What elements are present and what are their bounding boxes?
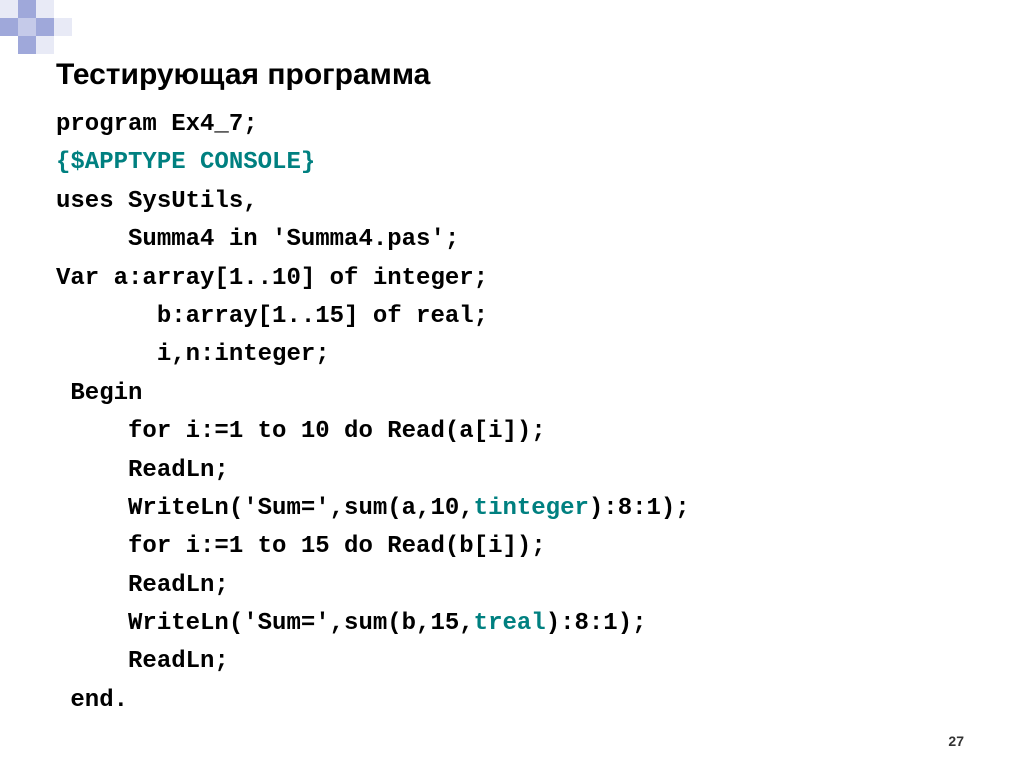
code-token: ):8:1); (546, 610, 647, 637)
code-line: program Ex4_7; (56, 111, 258, 138)
code-line: Summa4 in 'Summa4.pas'; (56, 226, 459, 253)
page-number: 27 (948, 733, 964, 749)
code-line: end. (56, 687, 128, 714)
code-line: ReadLn; (56, 457, 229, 484)
code-line: ReadLn; (56, 572, 229, 599)
code-line: for i:=1 to 10 do Read(a[i]); (56, 418, 546, 445)
code-line: WriteLn('Sum=',sum(a,10, (56, 495, 474, 522)
code-token: ):8:1); (589, 495, 690, 522)
slide-title: Тестирующая программа (56, 58, 984, 92)
code-line: Begin (56, 380, 142, 407)
code-line: {$APPTYPE CONSOLE} (56, 149, 315, 176)
code-block: program Ex4_7; {$APPTYPE CONSOLE} uses S… (56, 106, 984, 720)
code-line: WriteLn('Sum=',sum(b,15, (56, 610, 474, 637)
slide-content: Тестирующая программа program Ex4_7; {$A… (56, 58, 984, 720)
code-line: for i:=1 to 15 do Read(b[i]); (56, 533, 546, 560)
code-line: uses SysUtils, (56, 188, 258, 215)
code-token: tinteger (474, 495, 589, 522)
code-line: b:array[1..15] of real; (56, 303, 488, 330)
code-line: Var a:array[1..10] of integer; (56, 265, 488, 292)
code-line: i,n:integer; (56, 341, 330, 368)
code-line: ReadLn; (56, 648, 229, 675)
code-token: treal (474, 610, 546, 637)
